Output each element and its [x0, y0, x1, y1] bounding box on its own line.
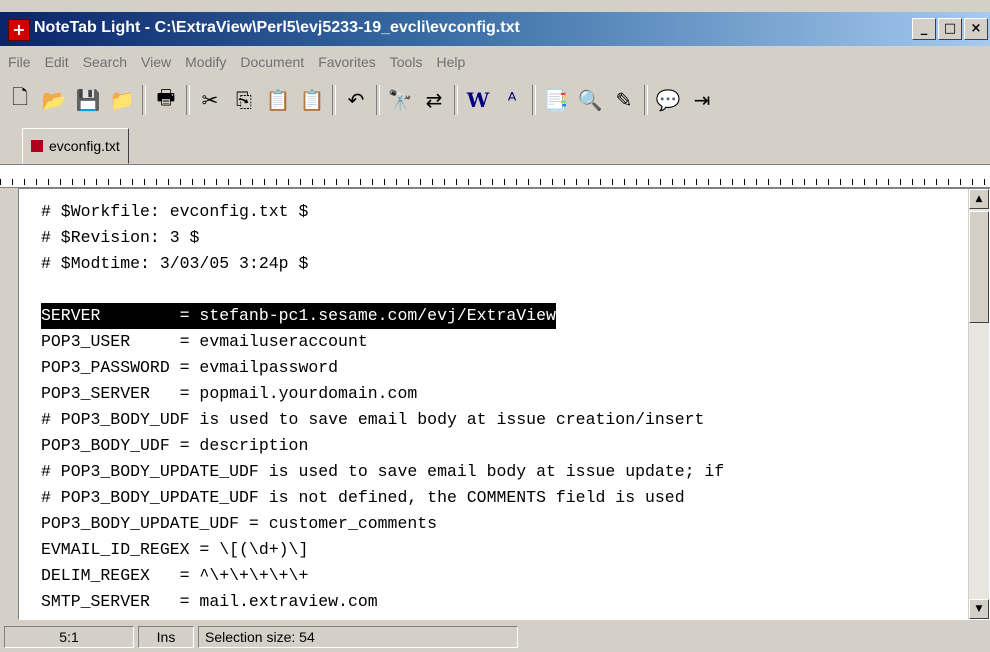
editor-line: EVMAIL_ID_REGEX = \[(\d+)\]: [41, 540, 309, 559]
selected-line: SERVER = stefanb-pc1.sesame.com/evj/Extr…: [41, 303, 556, 329]
menu-file[interactable]: File: [2, 54, 37, 70]
replace-icon[interactable]: ⇄: [420, 86, 448, 114]
browser-view-icon[interactable]: 🔍: [576, 86, 604, 114]
scroll-down-arrow-icon[interactable]: ▼: [969, 599, 989, 619]
word-wrap-icon[interactable]: W: [464, 86, 492, 114]
menu-document[interactable]: Document: [234, 54, 310, 70]
menu-tools[interactable]: Tools: [384, 54, 429, 70]
toolbar-separator: [332, 85, 336, 115]
paste-special-icon[interactable]: 📋: [298, 86, 326, 114]
window-title: NoteTab Light - C:\ExtraView\Perl5\evj52…: [34, 19, 520, 36]
outline-icon[interactable]: ✎: [610, 86, 638, 114]
toolbar-separator: [454, 85, 458, 115]
text-editor[interactable]: # $Workfile: evconfig.txt $ # $Revision:…: [18, 188, 990, 620]
menu-modify[interactable]: Modify: [179, 54, 232, 70]
paste-icon[interactable]: 📋: [264, 86, 292, 114]
editor-line: POP3_BODY_UDF = description: [41, 436, 309, 455]
menu-view[interactable]: View: [135, 54, 177, 70]
toolbar-separator: [532, 85, 536, 115]
editor-line: POP3_PASSWORD = evmailpassword: [41, 358, 339, 377]
toolbar-separator: [142, 85, 146, 115]
vertical-scrollbar[interactable]: ▲ ▼: [968, 189, 989, 619]
editor-line: SMTP_SERVER = mail.extraview.com: [41, 592, 378, 611]
save-icon[interactable]: 💾: [74, 86, 102, 114]
help-icon[interactable]: 💬: [654, 86, 682, 114]
cut-icon[interactable]: ✂: [196, 86, 224, 114]
scroll-thumb[interactable]: [969, 211, 989, 323]
menu-edit[interactable]: Edit: [39, 54, 75, 70]
new-file-icon[interactable]: 🗋: [6, 85, 34, 114]
toolbar-separator: [644, 85, 648, 115]
toolbar-separator: [376, 85, 380, 115]
tab-label: evconfig.txt: [49, 138, 120, 154]
scroll-up-arrow-icon[interactable]: ▲: [969, 189, 989, 209]
editor-text[interactable]: # $Workfile: evconfig.txt $ # $Revision:…: [41, 199, 961, 615]
window-controls: _ □ ×: [912, 18, 990, 40]
find-icon[interactable]: 🔭: [386, 86, 414, 114]
document-tabs: evconfig.txt: [0, 124, 990, 165]
editor-line: DELIM_REGEX = ^\+\+\+\+\+: [41, 566, 309, 585]
selected-line-wrap: SERVER = stefanb-pc1.sesame.com/evj/Extr…: [41, 303, 961, 329]
menu-help[interactable]: Help: [430, 54, 471, 70]
spell-check-icon[interactable]: ᴬ: [498, 86, 526, 114]
print-icon[interactable]: 🖶: [152, 85, 180, 114]
editor-line: POP3_USER = evmailuseraccount: [41, 332, 368, 351]
editor-line: POP3_BODY_UPDATE_UDF = customer_comments: [41, 514, 438, 533]
selection-size: Selection size: 54: [198, 626, 518, 648]
editor-line: # $Workfile: evconfig.txt $: [41, 202, 309, 221]
editor-line: # $Revision: 3 $: [41, 228, 200, 247]
app-icon[interactable]: +: [8, 19, 30, 41]
ruler: [0, 165, 990, 188]
exit-icon[interactable]: ⇥: [688, 86, 716, 114]
editor-line: # $Modtime: 3/03/05 3:24p $: [41, 254, 309, 273]
title-bar[interactable]: + NoteTab Light - C:\ExtraView\Perl5\evj…: [0, 12, 990, 46]
maximize-button[interactable]: □: [938, 18, 962, 40]
menu-bar: File Edit Search View Modify Document Fa…: [0, 48, 990, 76]
document-icon: [31, 140, 43, 152]
open-folder-icon[interactable]: 📂: [40, 86, 68, 114]
clipbook-icon[interactable]: 📑: [542, 86, 570, 114]
close-button[interactable]: ×: [964, 18, 988, 40]
menu-favorites[interactable]: Favorites: [312, 54, 382, 70]
editor-line: # POP3_BODY_UDF is used to save email bo…: [41, 410, 705, 429]
open-file-icon[interactable]: 📁: [108, 86, 136, 114]
notetab-window: + NoteTab Light - C:\ExtraView\Perl5\evj…: [0, 0, 990, 652]
undo-icon[interactable]: ↶: [342, 86, 370, 114]
menu-search[interactable]: Search: [77, 54, 133, 70]
cursor-position: 5:1: [4, 626, 134, 648]
copy-icon[interactable]: ⎘: [230, 86, 258, 114]
toolbar-separator: [186, 85, 190, 115]
insert-mode[interactable]: Ins: [138, 626, 194, 648]
tab-evconfig[interactable]: evconfig.txt: [22, 128, 129, 164]
editor-line: # POP3_BODY_UPDATE_UDF is not defined, t…: [41, 488, 685, 507]
toolbar: 🗋 📂 💾 📁 🖶 ✂ ⎘ 📋 📋 ↶ 🔭 ⇄ W ᴬ 📑 🔍 ✎ 💬 ⇥: [0, 79, 990, 121]
editor-line: # POP3_BODY_UPDATE_UDF is used to save e…: [41, 462, 725, 481]
editor-line: POP3_SERVER = popmail.yourdomain.com: [41, 384, 418, 403]
status-bar: 5:1 Ins Selection size: 54: [0, 622, 990, 652]
minimize-button[interactable]: _: [912, 18, 936, 40]
